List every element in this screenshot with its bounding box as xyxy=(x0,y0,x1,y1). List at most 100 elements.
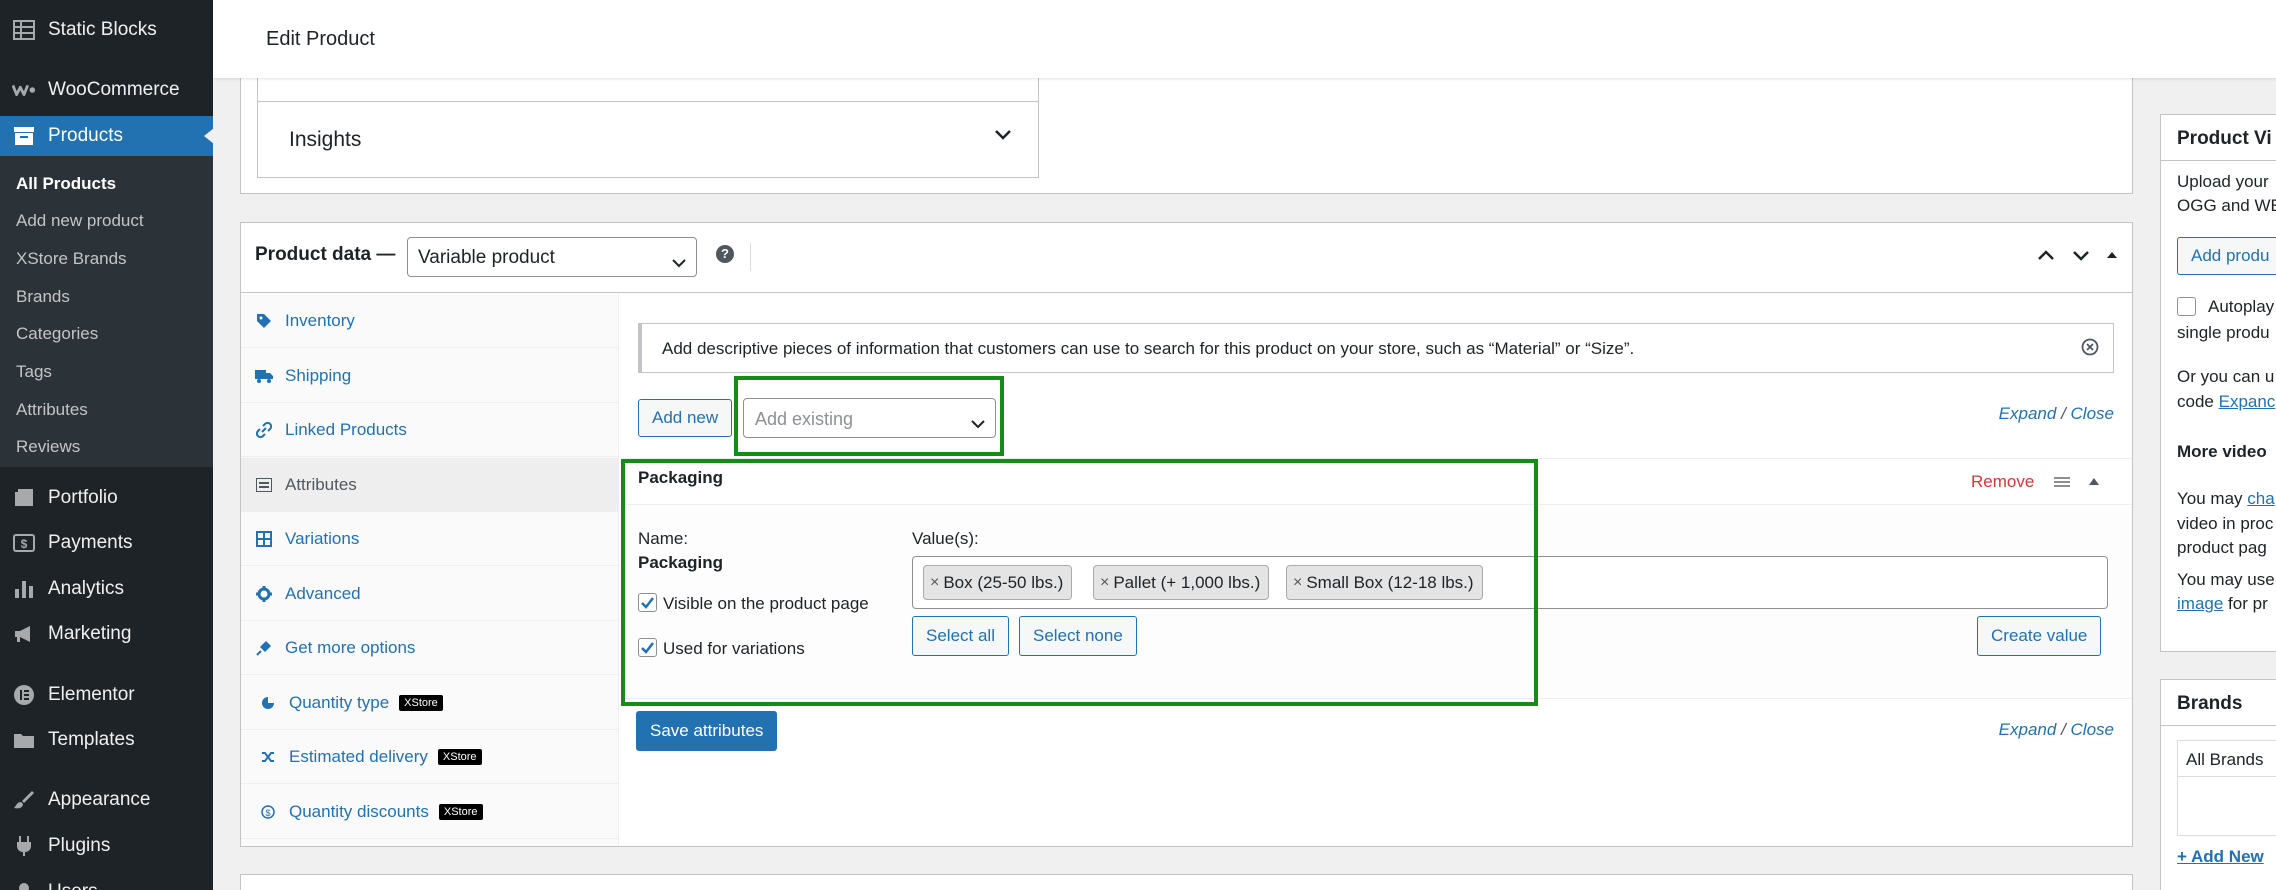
variations-label: Used for variations xyxy=(663,639,805,658)
chip-label: Pallet (+ 1,000 lbs.) xyxy=(1113,572,1261,592)
create-value-button[interactable]: Create value xyxy=(1977,616,2102,656)
close-link[interactable]: Close xyxy=(2071,720,2114,739)
add-product-video-button[interactable]: Add produ xyxy=(2177,237,2276,275)
submenu-xstore-brands[interactable]: XStore Brands xyxy=(16,249,127,269)
menu-analytics[interactable]: Analytics xyxy=(0,569,213,609)
page-title: Edit Product xyxy=(266,28,375,50)
menu-portfolio[interactable]: Portfolio xyxy=(0,478,213,518)
chip-label: Box (25-50 lbs.) xyxy=(943,572,1064,592)
expand-link[interactable]: Expand xyxy=(1999,404,2057,423)
chevron-down-icon[interactable] xyxy=(2071,243,2091,272)
add-existing-placeholder: Add existing xyxy=(755,409,854,429)
submenu-all-products[interactable]: All Products xyxy=(16,174,116,194)
values-label: Value(s): xyxy=(912,529,979,548)
table-icon xyxy=(12,19,36,41)
menu-static-blocks[interactable]: Static Blocks xyxy=(0,10,213,50)
folder-icon xyxy=(12,729,36,751)
variations-checkbox[interactable] xyxy=(638,638,657,657)
tab-label: Shipping xyxy=(285,365,352,385)
tab-advanced[interactable]: Advanced xyxy=(241,567,619,621)
visible-label: Visible on the product page xyxy=(663,594,869,613)
menu-products[interactable]: Products xyxy=(0,116,214,156)
xstore-badge: XStore xyxy=(399,694,443,711)
select-none-button[interactable]: Select none xyxy=(1019,616,1137,656)
menu-label: Products xyxy=(48,125,123,146)
svg-text:$: $ xyxy=(265,808,270,818)
values-select[interactable]: × Box (25-50 lbs.) × Pallet (+ 1,000 lbs… xyxy=(912,556,2108,609)
autoplay-checkbox[interactable] xyxy=(2177,297,2196,316)
attribute-row-header[interactable] xyxy=(620,458,2132,505)
menu-payments[interactable]: $ Payments xyxy=(0,523,213,563)
submenu-attributes[interactable]: Attributes xyxy=(16,400,88,420)
chip-remove-icon[interactable]: × xyxy=(1100,574,1109,592)
add-new-attribute-button[interactable]: Add new xyxy=(638,399,733,437)
tab-linked-products[interactable]: Linked Products xyxy=(241,403,619,457)
all-brands-tab[interactable]: All Brands xyxy=(2177,740,2276,776)
may-text: You may xyxy=(2177,489,2243,508)
save-attributes-button[interactable]: Save attributes xyxy=(636,711,778,751)
product-type-select[interactable]: Variable product xyxy=(407,237,697,277)
menu-woocommerce[interactable]: WooCommerce xyxy=(0,70,213,110)
select-all-button[interactable]: Select all xyxy=(912,616,1009,656)
submenu-tags[interactable]: Tags xyxy=(16,362,52,382)
elementor-icon xyxy=(12,684,36,706)
image-link[interactable]: image xyxy=(2177,594,2223,613)
insights-label: Insights xyxy=(289,128,362,151)
expand-link[interactable]: Expand xyxy=(1999,720,2057,739)
menu-users[interactable]: Users xyxy=(0,872,213,890)
product-data-box: Product data — Variable product ? Invent… xyxy=(240,222,2133,847)
caret-up-icon[interactable] xyxy=(2105,243,2119,272)
tab-attributes[interactable]: Attributes xyxy=(241,458,619,512)
value-chip[interactable]: × Pallet (+ 1,000 lbs.) xyxy=(1093,565,1270,600)
expand-link[interactable]: Expanc xyxy=(2219,392,2276,411)
add-new-brand-link[interactable]: + Add New xyxy=(2177,847,2264,867)
close-icon[interactable] xyxy=(2081,338,2099,361)
gear-icon xyxy=(255,585,273,602)
divider xyxy=(750,243,751,271)
product-page-text: product pag xyxy=(2177,538,2267,557)
may-use-text: You may use xyxy=(2177,570,2275,589)
menu-elementor[interactable]: Elementor xyxy=(0,675,213,715)
tab-quantity-type[interactable]: Quantity type XStore xyxy=(241,676,619,730)
change-link[interactable]: cha xyxy=(2247,489,2274,508)
plugin-icon xyxy=(255,640,273,656)
insights-container: Insights xyxy=(240,78,2133,194)
tab-estimated-delivery[interactable]: Estimated delivery XStore xyxy=(241,730,619,784)
chevron-down-icon[interactable] xyxy=(994,128,1012,146)
menu-plugins[interactable]: Plugins xyxy=(0,826,213,866)
tab-shipping[interactable]: Shipping xyxy=(241,349,619,403)
product-video-box: Product Vi Upload your OGG and WE Add pr… xyxy=(2160,114,2276,652)
bar-chart-icon xyxy=(12,578,36,600)
submenu-add-new-product[interactable]: Add new product xyxy=(16,211,144,231)
chip-remove-icon[interactable]: × xyxy=(1293,574,1302,592)
submenu-categories[interactable]: Categories xyxy=(16,324,98,344)
menu-templates[interactable]: Templates xyxy=(0,720,213,760)
menu-marketing[interactable]: Marketing xyxy=(0,614,213,654)
tab-quantity-discounts[interactable]: $ Quantity discounts XStore xyxy=(241,785,619,839)
tab-get-more-options[interactable]: Get more options xyxy=(241,621,619,675)
plug-icon xyxy=(12,835,36,857)
submenu-reviews[interactable]: Reviews xyxy=(16,437,80,457)
menu-appearance[interactable]: Appearance xyxy=(0,780,213,820)
dollar-icon: $ xyxy=(259,804,277,819)
remove-attribute-link[interactable]: Remove xyxy=(1971,472,2034,492)
tab-variations[interactable]: Variations xyxy=(241,512,619,566)
value-chip[interactable]: × Box (25-50 lbs.) xyxy=(923,565,1073,600)
menu-label: Static Blocks xyxy=(48,19,157,40)
value-chip[interactable]: × Small Box (12-18 lbs.) xyxy=(1286,565,1483,600)
for-text: for pr xyxy=(2228,594,2268,613)
visible-checkbox[interactable] xyxy=(638,593,657,612)
drag-handle-icon[interactable] xyxy=(2053,475,2071,494)
submenu-brands[interactable]: Brands xyxy=(16,287,70,307)
insights-panel[interactable]: Insights xyxy=(257,78,1039,178)
caret-up-icon[interactable] xyxy=(2087,474,2101,493)
separator: / xyxy=(2061,404,2066,423)
next-postbox xyxy=(240,874,2133,890)
svg-text:$: $ xyxy=(21,537,28,551)
add-existing-select[interactable]: Add existing xyxy=(743,398,996,438)
tab-inventory[interactable]: Inventory xyxy=(241,294,619,348)
chip-remove-icon[interactable]: × xyxy=(930,574,939,592)
help-icon[interactable]: ? xyxy=(716,245,734,263)
close-link[interactable]: Close xyxy=(2071,404,2114,423)
chevron-up-icon[interactable] xyxy=(2036,243,2056,272)
